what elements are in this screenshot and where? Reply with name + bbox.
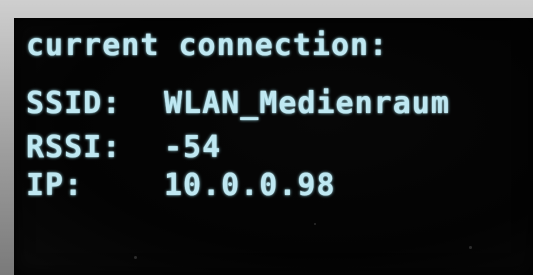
rssi-value: -54 bbox=[164, 130, 222, 165]
ip-value: 10.0.0.98 bbox=[164, 168, 336, 203]
dust-speck bbox=[469, 246, 472, 249]
ssid-label: SSID: bbox=[26, 86, 122, 121]
device-bezel: current connection: SSID: WLAN_Medienrau… bbox=[0, 0, 533, 275]
connection-heading: current connection: bbox=[26, 28, 389, 63]
lcd-screen: current connection: SSID: WLAN_Medienrau… bbox=[14, 18, 533, 275]
dust-speck bbox=[314, 223, 316, 225]
ssid-value: WLAN_Medienraum bbox=[164, 86, 450, 121]
ip-label: IP: bbox=[26, 168, 84, 203]
rssi-label: RSSI: bbox=[26, 130, 122, 165]
dust-speck bbox=[134, 256, 137, 259]
